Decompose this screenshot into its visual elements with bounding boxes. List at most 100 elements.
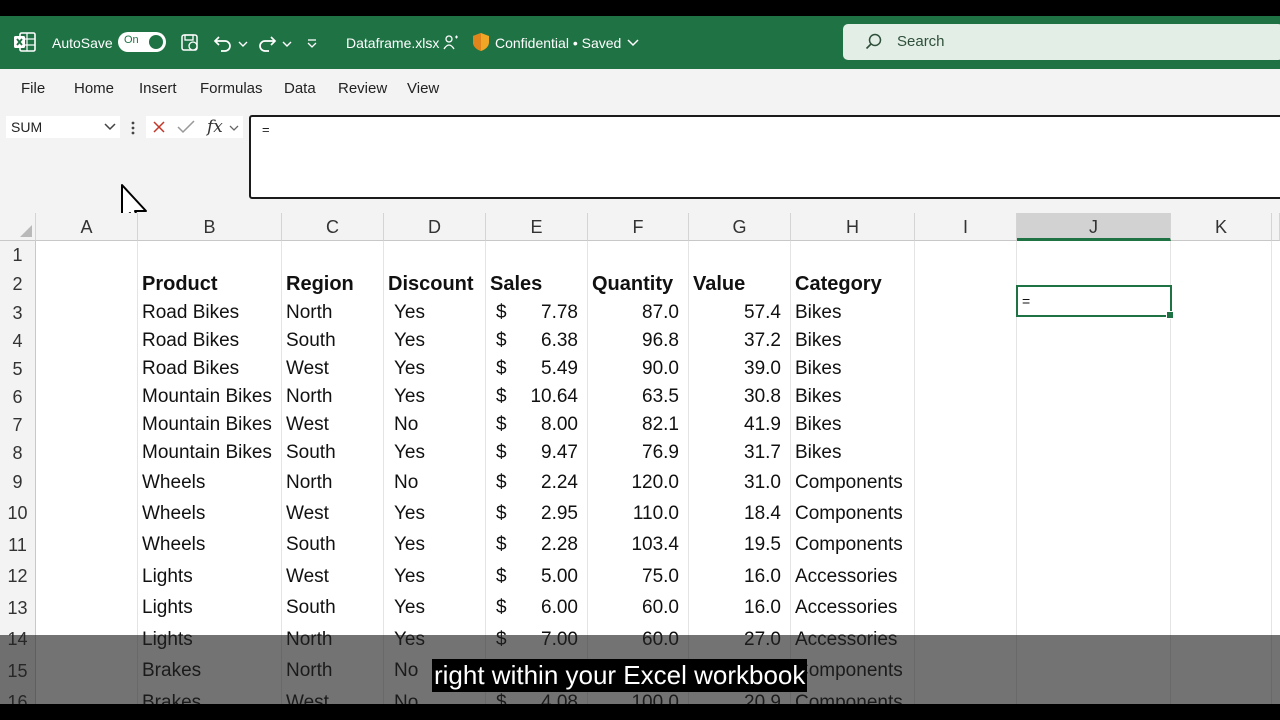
cell-discount[interactable]: Yes [394, 561, 425, 592]
row-header-6[interactable]: 6 [0, 383, 36, 411]
currency-symbol[interactable]: $ [496, 383, 507, 411]
currency-symbol[interactable]: $ [496, 355, 507, 383]
column-header-b[interactable]: B [138, 213, 282, 241]
currency-symbol[interactable]: $ [496, 327, 507, 355]
cell-discount[interactable]: Yes [394, 439, 425, 467]
insert-function-button[interactable]: fx [207, 117, 223, 137]
cell-category[interactable]: Bikes [795, 327, 841, 355]
cell-discount[interactable]: No [394, 411, 418, 439]
undo-icon[interactable] [213, 33, 233, 53]
cell-category[interactable]: Accessories [795, 561, 897, 592]
cell-sales[interactable]: 8.00 [516, 411, 578, 439]
tab-home[interactable]: Home [74, 80, 114, 97]
cell-category[interactable]: Bikes [795, 355, 841, 383]
cell-value[interactable]: 57.4 [693, 299, 781, 327]
share-person-icon[interactable] [443, 34, 459, 50]
column-header-j[interactable]: J [1017, 213, 1171, 241]
cell-value[interactable]: 37.2 [693, 327, 781, 355]
currency-symbol[interactable]: $ [496, 411, 507, 439]
cell-sales[interactable]: 5.00 [516, 561, 578, 592]
cell-value[interactable]: 39.0 [693, 355, 781, 383]
cell-sales[interactable]: 6.00 [516, 592, 578, 624]
currency-symbol[interactable]: $ [496, 592, 507, 624]
cell-category[interactable]: Accessories [795, 592, 897, 624]
cell-quantity[interactable]: 120.0 [592, 467, 679, 498]
column-header-g[interactable]: G [689, 213, 791, 241]
cell-category[interactable]: Bikes [795, 299, 841, 327]
row-header-1[interactable]: 1 [0, 241, 36, 269]
column-header-a[interactable]: A [36, 213, 138, 241]
header-discount[interactable]: Discount [388, 269, 474, 299]
header-quantity[interactable]: Quantity [592, 269, 673, 299]
tab-file[interactable]: File [21, 80, 45, 97]
cell-category[interactable]: Components [795, 498, 903, 529]
currency-symbol[interactable]: $ [496, 529, 507, 561]
cell-value[interactable]: 41.9 [693, 411, 781, 439]
column-header-e[interactable]: E [486, 213, 588, 241]
currency-symbol[interactable]: $ [496, 467, 507, 498]
column-header-d[interactable]: D [384, 213, 486, 241]
cell-value[interactable]: 16.0 [693, 592, 781, 624]
row-header-4[interactable]: 4 [0, 327, 36, 355]
cell-sales[interactable]: 5.49 [516, 355, 578, 383]
cell-sales[interactable]: 6.38 [516, 327, 578, 355]
excel-logo-icon[interactable] [14, 32, 36, 52]
row-header-3[interactable]: 3 [0, 299, 36, 327]
row-header-5[interactable]: 5 [0, 355, 36, 383]
status-dropdown-icon[interactable] [627, 38, 639, 48]
cell-category[interactable]: Components [795, 467, 903, 498]
cell-discount[interactable]: Yes [394, 383, 425, 411]
cell-sales[interactable]: 2.24 [516, 467, 578, 498]
header-region[interactable]: Region [286, 269, 354, 299]
cell-sales[interactable]: 2.28 [516, 529, 578, 561]
cell-product[interactable]: Road Bikes [142, 327, 239, 355]
more-options-icon[interactable] [129, 120, 137, 136]
tab-data[interactable]: Data [284, 80, 316, 97]
cell-region[interactable]: West [286, 498, 329, 529]
name-box-dropdown-icon[interactable] [104, 122, 116, 132]
tab-insert[interactable]: Insert [139, 80, 177, 97]
cell-discount[interactable]: Yes [394, 355, 425, 383]
cell-product[interactable]: Road Bikes [142, 355, 239, 383]
row-header-12[interactable]: 12 [0, 561, 36, 592]
redo-icon[interactable] [257, 33, 277, 53]
cell-region[interactable]: South [286, 327, 336, 355]
cell-region[interactable]: North [286, 383, 332, 411]
redo-dropdown-icon[interactable] [282, 40, 292, 48]
cell-quantity[interactable]: 63.5 [592, 383, 679, 411]
row-header-2[interactable]: 2 [0, 269, 36, 299]
file-name[interactable]: Dataframe.xlsx [346, 16, 439, 69]
cell-region[interactable]: South [286, 439, 336, 467]
column-header-f[interactable]: F [588, 213, 689, 241]
column-header-i[interactable]: I [915, 213, 1017, 241]
cell-value[interactable]: 30.8 [693, 383, 781, 411]
currency-symbol[interactable]: $ [496, 299, 507, 327]
tab-formulas[interactable]: Formulas [200, 80, 263, 97]
cell-region[interactable]: West [286, 355, 329, 383]
document-status[interactable]: Confidential • Saved [495, 16, 621, 69]
currency-symbol[interactable]: $ [496, 498, 507, 529]
header-sales[interactable]: Sales [490, 269, 542, 299]
search-box[interactable]: Search [843, 24, 1280, 60]
cell-category[interactable]: Components [795, 529, 903, 561]
save-icon[interactable] [180, 33, 200, 53]
row-header-13[interactable]: 13 [0, 592, 36, 624]
worksheet-grid[interactable]: ABCDEFGHIJK 12345678910111213141516 Prod… [0, 213, 1280, 704]
column-header-c[interactable]: C [282, 213, 384, 241]
cell-value[interactable]: 19.5 [693, 529, 781, 561]
enter-check-icon[interactable] [177, 120, 195, 134]
cell-quantity[interactable]: 110.0 [592, 498, 679, 529]
cell-product[interactable]: Wheels [142, 498, 205, 529]
row-header-11[interactable]: 11 [0, 529, 36, 561]
autosave-toggle[interactable]: On [118, 32, 166, 52]
cell-quantity[interactable]: 96.8 [592, 327, 679, 355]
cell-quantity[interactable]: 90.0 [592, 355, 679, 383]
cell-region[interactable]: West [286, 561, 329, 592]
cell-region[interactable]: South [286, 529, 336, 561]
cell-product[interactable]: Wheels [142, 529, 205, 561]
fill-handle[interactable] [1166, 311, 1174, 319]
row-header-9[interactable]: 9 [0, 467, 36, 498]
cell-product[interactable]: Road Bikes [142, 299, 239, 327]
cell-product[interactable]: Lights [142, 561, 193, 592]
cell-sales[interactable]: 10.64 [516, 383, 578, 411]
